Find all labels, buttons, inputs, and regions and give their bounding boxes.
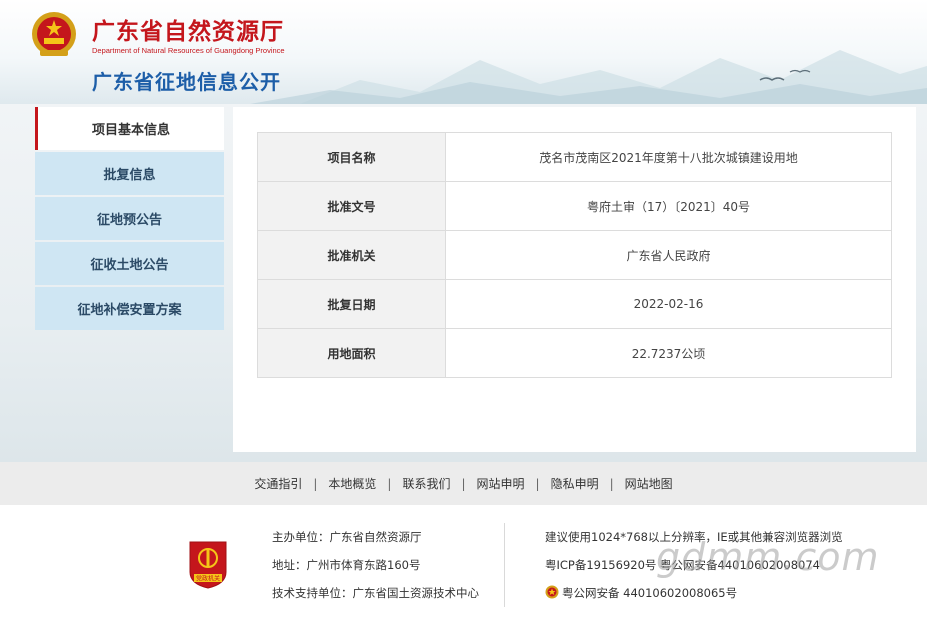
row-value-approval-number: 粤府土审（17）〔2021〕40号 bbox=[445, 181, 892, 231]
sidebar-nav: 项目基本信息 批复信息 征地预公告 征收土地公告 征地补偿安置方案 bbox=[35, 107, 224, 332]
footer-police-record[interactable]: 粤公网安备 44010602008065号 bbox=[545, 583, 843, 611]
footer-sponsor: 主办单位：广东省自然资源厅 bbox=[272, 530, 422, 544]
project-info-table: 项目名称 茂名市茂南区2021年度第十八批次城镇建设用地 批准文号 粤府土审（1… bbox=[257, 132, 892, 378]
page-heading: 广东省征地信息公开 bbox=[92, 70, 281, 94]
site-title: 广东省自然资源厅 bbox=[92, 18, 284, 45]
footer-link-site-statement[interactable]: 网站申明 bbox=[466, 475, 536, 492]
police-badge-icon bbox=[545, 585, 559, 599]
badge-label: 党政机关 bbox=[196, 575, 220, 583]
footer-link-local-overview[interactable]: 本地概览 bbox=[317, 475, 387, 492]
table-row: 用地面积 22.7237公顷 bbox=[257, 328, 892, 378]
national-emblem-icon bbox=[32, 12, 76, 56]
footer-link-traffic-guide[interactable]: 交通指引 bbox=[243, 475, 313, 492]
site-header: 广东省自然资源厅 Department of Natural Resources… bbox=[0, 0, 927, 104]
sidebar-item-pre-announcement[interactable]: 征地预公告 bbox=[35, 197, 224, 240]
footer-tech-support: 技术支持单位：广东省国土资源技术中心 bbox=[272, 586, 479, 600]
row-value-approving-authority: 广东省人民政府 bbox=[445, 230, 892, 280]
footer-link-privacy-statement[interactable]: 隐私申明 bbox=[540, 475, 610, 492]
footer-nav: 交通指引 | 本地概览 | 联系我们 | 网站申明 | 隐私申明 | 网站地图 bbox=[0, 462, 927, 505]
row-label-approval-date: 批复日期 bbox=[257, 279, 446, 329]
sidebar-item-project-info[interactable]: 项目基本信息 bbox=[35, 107, 224, 150]
footer-info-left: 主办单位：广东省自然资源厅 地址：广州市体育东路160号 技术支持单位：广东省国… bbox=[272, 527, 479, 611]
footer-divider bbox=[504, 523, 505, 607]
row-label-project-name: 项目名称 bbox=[257, 132, 446, 182]
site-subtitle-english: Department of Natural Resources of Guang… bbox=[92, 46, 285, 55]
sidebar-item-land-expropriation-notice[interactable]: 征收土地公告 bbox=[35, 242, 224, 285]
row-label-approving-authority: 批准机关 bbox=[257, 230, 446, 280]
row-label-land-area: 用地面积 bbox=[257, 328, 446, 378]
footer-police-text: 粤公网安备 44010602008065号 bbox=[562, 586, 738, 600]
row-label-approval-number: 批准文号 bbox=[257, 181, 446, 231]
row-value-approval-date: 2022-02-16 bbox=[445, 279, 892, 329]
content-panel: 项目名称 茂名市茂南区2021年度第十八批次城镇建设用地 批准文号 粤府土审（1… bbox=[233, 107, 916, 452]
footer-address: 地址：广州市体育东路160号 bbox=[272, 558, 421, 572]
footer-icp[interactable]: 粤ICP备19156920号 粤公网安备44010602008074 bbox=[545, 555, 843, 583]
table-row: 项目名称 茂名市茂南区2021年度第十八批次城镇建设用地 bbox=[257, 132, 892, 182]
site-footer: 党政机关 主办单位：广东省自然资源厅 地址：广州市体育东路160号 技术支持单位… bbox=[0, 505, 927, 617]
table-row: 批准文号 粤府土审（17）〔2021〕40号 bbox=[257, 181, 892, 231]
sidebar-item-compensation-plan[interactable]: 征地补偿安置方案 bbox=[35, 287, 224, 330]
row-value-land-area: 22.7237公顷 bbox=[445, 328, 892, 378]
footer-browser-note: 建议使用1024*768以上分辨率，IE或其他兼容浏览器浏览 bbox=[545, 530, 843, 544]
footer-link-site-map[interactable]: 网站地图 bbox=[614, 475, 684, 492]
row-value-project-name: 茂名市茂南区2021年度第十八批次城镇建设用地 bbox=[445, 132, 892, 182]
party-government-badge-icon[interactable]: 党政机关 bbox=[186, 538, 230, 590]
table-row: 批复日期 2022-02-16 bbox=[257, 279, 892, 329]
footer-info-right: 建议使用1024*768以上分辨率，IE或其他兼容浏览器浏览 粤ICP备1915… bbox=[545, 527, 843, 611]
footer-link-contact-us[interactable]: 联系我们 bbox=[391, 475, 461, 492]
sidebar-item-approval-info[interactable]: 批复信息 bbox=[35, 152, 224, 195]
table-row: 批准机关 广东省人民政府 bbox=[257, 230, 892, 280]
